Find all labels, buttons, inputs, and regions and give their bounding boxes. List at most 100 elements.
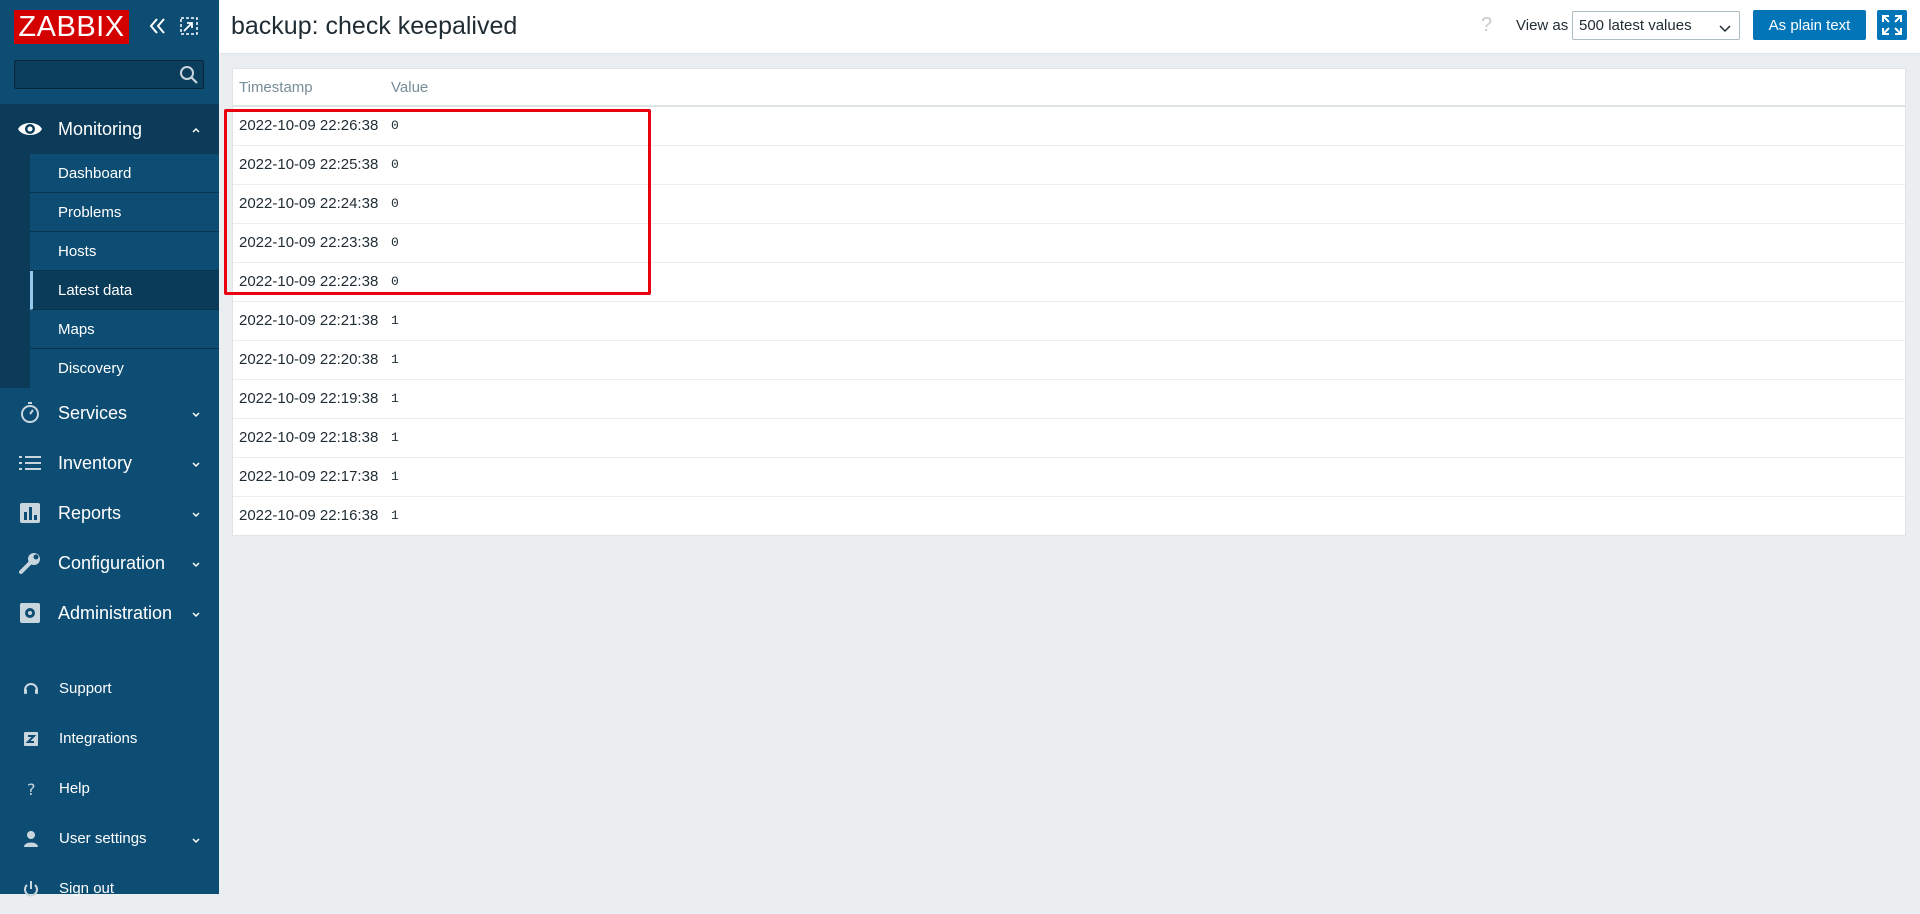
sidebar-item-label: Support <box>59 680 112 697</box>
zabbix-logo[interactable]: ZABBIX <box>14 10 129 44</box>
chevron-down-icon <box>190 457 202 469</box>
menu-services[interactable]: Services <box>0 388 219 438</box>
gear-icon <box>17 601 43 625</box>
search-input[interactable] <box>15 61 175 88</box>
value-cell: 1 <box>385 379 1905 419</box>
timestamp-cell: 2022-10-09 22:22:38 <box>233 262 385 302</box>
menu-configuration[interactable]: Configuration <box>0 538 219 588</box>
timestamp-cell: 2022-10-09 22:23:38 <box>233 223 385 263</box>
timestamp-cell: 2022-10-09 22:19:38 <box>233 379 385 419</box>
chevron-down-icon <box>190 833 202 845</box>
chevron-down-icon <box>1719 21 1731 33</box>
as-plain-text-button[interactable]: As plain text <box>1753 10 1866 40</box>
help-icon[interactable]: ? <box>1481 14 1492 37</box>
table-row: 2022-10-09 22:18:38 1 <box>233 418 1905 458</box>
menu-administration[interactable]: Administration <box>0 588 219 638</box>
table-row: 2022-10-09 22:19:38 1 <box>233 379 1905 419</box>
view-as-label: View as <box>1516 17 1569 34</box>
table-row: 2022-10-09 22:26:38 0 <box>233 106 1905 146</box>
value-cell: 1 <box>385 457 1905 497</box>
sidebar-item-label: Discovery <box>58 360 124 377</box>
view-as-select[interactable]: 500 latest values <box>1572 11 1740 40</box>
value-cell: 0 <box>385 145 1905 185</box>
sidebar-item-latest-data[interactable]: Latest data <box>30 271 219 310</box>
sidebar-item-support[interactable]: Support <box>0 664 219 714</box>
table-row: 2022-10-09 22:16:38 1 <box>233 496 1905 535</box>
value-cell: 0 <box>385 184 1905 224</box>
headset-icon <box>21 679 41 699</box>
value-cell: 1 <box>391 508 399 524</box>
timestamp-cell: 2022-10-09 22:26:38 <box>233 106 385 146</box>
bottom-menu: Support Integrations ? Help User setting… <box>0 664 219 914</box>
sidebar-item-maps[interactable]: Maps <box>30 310 219 349</box>
menu-configuration-label: Configuration <box>58 553 166 573</box>
timestamp-cell: 2022-10-09 22:25:38 <box>233 145 385 185</box>
main-menu: Monitoring Dashboard Problems Hosts Late… <box>0 104 219 638</box>
sidebar-item-label: Integrations <box>59 730 138 747</box>
help-icon: ? <box>21 779 41 799</box>
chevron-down-icon <box>190 407 202 419</box>
sidebar-item-label: Maps <box>58 321 95 338</box>
history-table: Timestamp Value 2022-10-09 22:26:38 0 20… <box>233 69 1905 535</box>
sidebar-item-integrations[interactable]: Integrations <box>0 714 219 764</box>
table-row: 2022-10-09 22:25:38 0 <box>233 145 1905 185</box>
chevron-down-icon <box>190 607 202 619</box>
sidebar-item-problems[interactable]: Problems <box>30 193 219 232</box>
column-header-timestamp: Timestamp <box>233 69 385 107</box>
sidebar-item-discovery[interactable]: Discovery <box>30 349 219 388</box>
sidebar-item-label: User settings <box>59 830 147 847</box>
page-header: backup: check keepalived ? View as 500 l… <box>219 0 1920 54</box>
sidebar-item-hosts[interactable]: Hosts <box>30 232 219 271</box>
sidebar-item-user-settings[interactable]: User settings <box>0 814 219 864</box>
list-icon <box>17 451 43 475</box>
menu-reports[interactable]: Reports <box>0 488 219 538</box>
sidebar-item-label: Hosts <box>58 243 97 260</box>
sidebar-item-dashboard[interactable]: Dashboard <box>30 154 219 193</box>
menu-administration-label: Administration <box>58 603 173 623</box>
table-row: 2022-10-09 22:20:38 1 <box>233 340 1905 380</box>
table-row: 2022-10-09 22:22:38 0 <box>233 262 1905 302</box>
stopwatch-icon <box>17 401 43 425</box>
chevron-up-icon <box>190 123 202 135</box>
menu-reports-label: Reports <box>58 503 122 523</box>
menu-monitoring[interactable]: Monitoring <box>0 104 219 154</box>
sidebar-search <box>14 60 204 89</box>
timestamp-cell: 2022-10-09 22:16:38 <box>239 507 379 525</box>
value-cell: 1 <box>385 418 1905 458</box>
sidebar-item-label: Problems <box>58 204 122 221</box>
table-header-row: Timestamp Value <box>233 69 1905 107</box>
timestamp-cell: 2022-10-09 22:24:38 <box>233 184 385 224</box>
timestamp-cell: 2022-10-09 22:17:38 <box>233 457 385 497</box>
collapse-sidebar-icon[interactable] <box>146 14 170 38</box>
search-icon[interactable] <box>179 65 199 85</box>
menu-monitoring-label: Monitoring <box>58 119 143 139</box>
fullscreen-button[interactable] <box>1877 10 1907 40</box>
table-row: 2022-10-09 22:21:38 1 <box>233 301 1905 341</box>
sidebar-item-label: Help <box>59 780 90 797</box>
menu-inventory[interactable]: Inventory <box>0 438 219 488</box>
menu-inventory-label: Inventory <box>58 453 133 473</box>
column-header-value: Value <box>385 69 1905 107</box>
integrations-icon <box>21 729 41 749</box>
timestamp-cell: 2022-10-09 22:21:38 <box>233 301 385 341</box>
sidebar-item-help[interactable]: ? Help <box>0 764 219 814</box>
value-cell: 1 <box>385 340 1905 380</box>
logo-row: ZABBIX <box>0 0 219 52</box>
table-row: 2022-10-09 22:24:38 0 <box>233 184 1905 224</box>
fullscreen-icon <box>1882 15 1902 35</box>
value-cell: 1 <box>385 301 1905 341</box>
view-as-selected-value: 500 latest values <box>1579 17 1692 34</box>
timestamp-cell: 2022-10-09 22:18:38 <box>233 418 385 458</box>
kiosk-mode-icon[interactable] <box>177 14 201 38</box>
user-icon <box>21 829 41 849</box>
menu-services-label: Services <box>58 403 128 423</box>
page-title: backup: check keepalived <box>231 12 518 40</box>
chevron-down-icon <box>190 557 202 569</box>
value-cell: 0 <box>385 223 1905 263</box>
value-cell: 0 <box>385 262 1905 302</box>
sidebar-item-sign-out[interactable]: Sign out <box>0 864 219 914</box>
wrench-icon <box>17 551 43 575</box>
value-cell: 0 <box>385 106 1905 146</box>
power-icon <box>21 879 41 899</box>
latest-values-panel: Timestamp Value 2022-10-09 22:26:38 0 20… <box>232 68 1906 536</box>
